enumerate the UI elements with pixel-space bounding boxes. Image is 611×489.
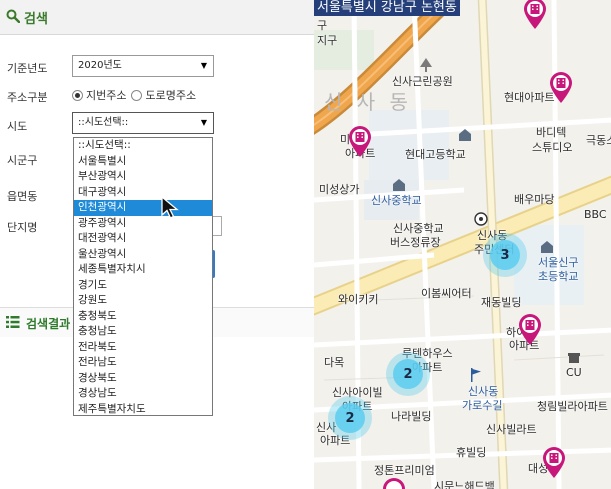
- sido-dropdown-list: ::시도선택:: 서울특별시 부산광역시 대구광역시 인천광역시 광주광역시 대전광역시 울산…: [73, 137, 213, 416]
- results-title: 검색결과: [26, 317, 71, 331]
- apartment-pin-icon[interactable]: [348, 126, 372, 158]
- cluster-count: 2: [335, 403, 365, 433]
- search-header: 검색: [0, 0, 314, 35]
- map-label: 다목: [324, 356, 345, 369]
- target-icon: [474, 212, 488, 226]
- sido-option[interactable]: 충청북도: [74, 309, 212, 325]
- map-label: 배우마당: [514, 193, 555, 206]
- map-label: 시문느해드백: [434, 480, 495, 489]
- radio-road[interactable]: [131, 89, 143, 101]
- map-label: BBC: [584, 208, 607, 221]
- cluster-marker[interactable]: 2: [386, 352, 430, 396]
- sido-option[interactable]: 제주특별자치도: [74, 402, 212, 416]
- sido-option[interactable]: 경상북도: [74, 371, 212, 387]
- apartment-pin-icon[interactable]: [549, 72, 573, 104]
- map-district-label: 신 사 동: [324, 90, 412, 114]
- apartment-pin-icon[interactable]: [542, 447, 566, 479]
- map-view[interactable]: 서울특별시 강남구 논현동 구 지구 신사근린공원 현대아파트 신 사 동 미진…: [314, 0, 611, 489]
- list-icon: [6, 316, 20, 328]
- map-label: 정톤프리미엄: [374, 464, 435, 477]
- cluster-count: 3: [490, 240, 520, 270]
- caret-down-icon: ▼: [200, 118, 207, 127]
- map-label: 와이키키: [338, 293, 379, 306]
- radio-jibun-label[interactable]: 지번주소: [86, 87, 126, 103]
- sido-option[interactable]: 전라남도: [74, 355, 212, 371]
- sido-option[interactable]: 울산광역시: [74, 247, 212, 263]
- cluster-count: 2: [393, 359, 423, 389]
- map-label: 이봄씨어터: [421, 287, 472, 300]
- sido-option[interactable]: 광주광역시: [74, 216, 212, 232]
- flag-icon: [471, 368, 481, 382]
- map-label: 재동빌딩: [481, 296, 522, 309]
- school-icon: [459, 129, 471, 141]
- search-title: 검색: [24, 12, 48, 27]
- sigungu-label: 시군구: [7, 154, 38, 167]
- year-select-value: 2020년도: [78, 60, 122, 71]
- caret-down-icon: ▼: [200, 61, 207, 70]
- search-panel: 검색 기준년도 2020년도 ▼ 주소구분 지번주소 도로명주소 시도 ::시도…: [0, 0, 314, 489]
- sido-label: 시도: [7, 120, 28, 133]
- sido-option[interactable]: 서울특별시: [74, 154, 212, 170]
- year-select[interactable]: 2020년도 ▼: [72, 55, 214, 77]
- sido-select[interactable]: ::시도선택:: ▼: [72, 112, 214, 134]
- sido-option[interactable]: 부산광역시: [74, 169, 212, 185]
- radio-jibun[interactable]: [72, 89, 83, 101]
- sido-option[interactable]: 대전광역시: [74, 231, 212, 247]
- map-label: 현대아파트: [504, 91, 555, 104]
- map-label: 나라빌딩: [391, 410, 432, 423]
- address-type-radio-group: 지번주소 도로명주소: [72, 87, 201, 103]
- map-label: 휴빌딩: [456, 446, 487, 459]
- apartment-pin-icon[interactable]: [382, 478, 406, 489]
- map-label: 미성상가: [319, 183, 360, 196]
- map-label: 스튜디오: [532, 141, 573, 154]
- map-label: 지구: [317, 34, 338, 47]
- sido-option[interactable]: 충청남도: [74, 324, 212, 340]
- sido-option[interactable]: 전라북도: [74, 340, 212, 356]
- search-icon: [6, 9, 20, 23]
- sido-option[interactable]: 강원도: [74, 293, 212, 309]
- mouse-cursor-icon: [161, 196, 179, 219]
- map-label: 구: [317, 19, 328, 32]
- map-location-title: 서울특별시 강남구 논현동: [314, 0, 460, 16]
- map-label: 바디텍: [536, 126, 567, 139]
- cluster-marker[interactable]: 3: [483, 233, 527, 277]
- store-icon: [568, 353, 580, 363]
- map-label: 초등학교: [538, 270, 579, 283]
- radio-road-label[interactable]: 도로명주소: [145, 87, 196, 103]
- sido-option[interactable]: 세종특별자치시: [74, 262, 212, 278]
- year-label: 기준년도: [7, 62, 48, 75]
- map-label: 버스정류장: [390, 236, 441, 249]
- eupmyeon-label: 읍면동: [7, 190, 38, 203]
- map-label: 신사빌라트: [486, 423, 537, 436]
- address-type-label: 주소구분: [7, 91, 48, 104]
- map-label: 청림빌라아파트: [537, 400, 608, 413]
- danji-label: 단지명: [7, 221, 38, 234]
- map-label: 극동스: [586, 134, 611, 147]
- school-icon: [393, 179, 405, 191]
- sido-option[interactable]: 경기도: [74, 278, 212, 294]
- apartment-pin-icon[interactable]: [518, 314, 542, 346]
- cluster-marker[interactable]: 2: [328, 396, 372, 440]
- sido-select-value: ::시도선택::: [78, 117, 129, 128]
- school-icon: [541, 241, 553, 253]
- sido-option[interactable]: ::시도선택::: [74, 138, 212, 154]
- map-label: CU: [566, 366, 582, 379]
- map-label: 현대고등학교: [405, 148, 466, 161]
- apartment-pin-icon[interactable]: [523, 0, 547, 30]
- map-label: 가로수길: [462, 399, 503, 412]
- sido-option[interactable]: 경상남도: [74, 386, 212, 402]
- sido-option[interactable]: 대구광역시: [74, 185, 212, 201]
- tree-icon: [420, 58, 432, 72]
- map-label: 신사중학교: [371, 194, 422, 207]
- sido-option[interactable]: 인천광역시: [74, 200, 212, 216]
